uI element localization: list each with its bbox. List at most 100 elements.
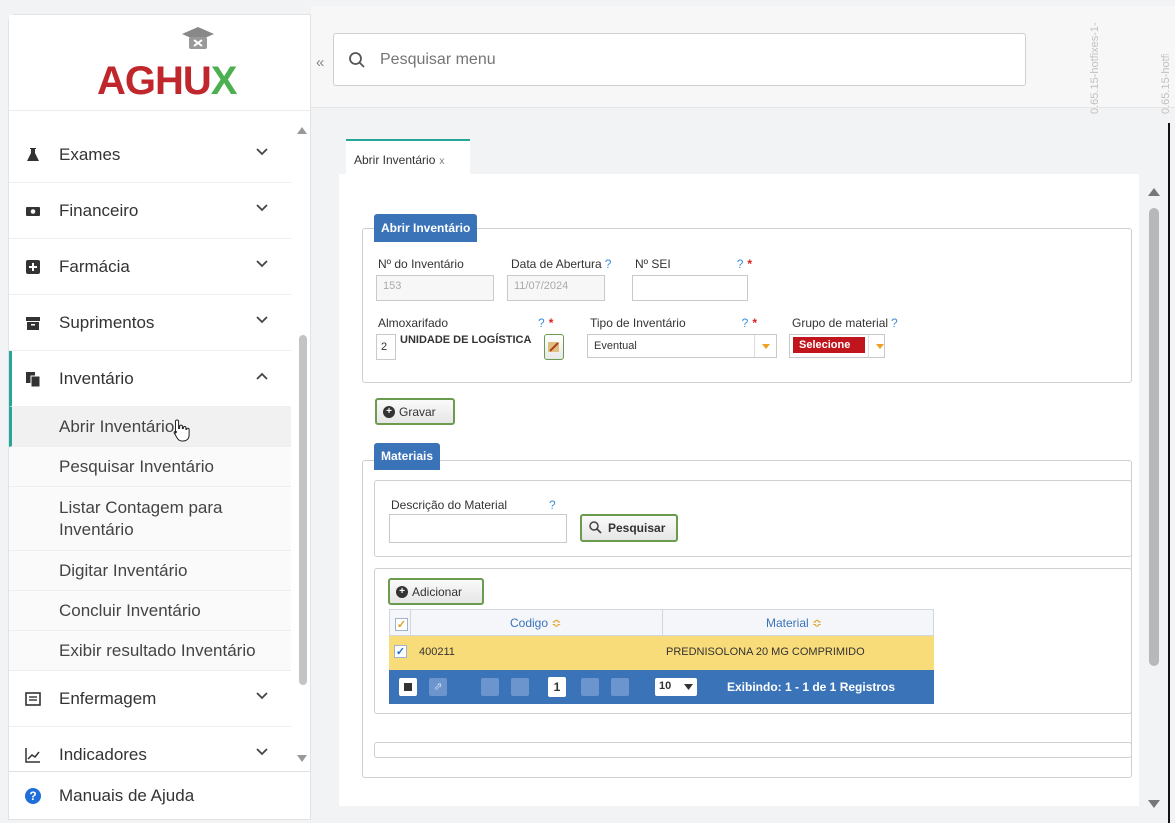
chevron-down-icon xyxy=(684,684,693,690)
help-question-icon[interactable]: ? xyxy=(538,316,545,330)
last-page-button[interactable] xyxy=(611,678,629,696)
version-label-secondary: 0.65.15-hotfixes-1- xyxy=(1160,54,1172,114)
pesquisar-label: Pesquisar xyxy=(608,521,666,535)
scrollbar-thumb[interactable] xyxy=(1149,208,1159,666)
numero-inventario-label: Nº do Inventário xyxy=(378,257,464,271)
grid-pager: ⇗ 1 10 Exibindo: 1 - 1 de 1 Registros xyxy=(389,670,934,704)
sidebar-item-label: Suprimentos xyxy=(59,312,155,332)
archive-icon xyxy=(26,316,40,330)
sidebar-scrollbar[interactable] xyxy=(297,127,307,769)
sidebar-item-label: Exames xyxy=(59,144,121,164)
sidebar-item-financeiro[interactable]: Financeiro xyxy=(9,183,291,239)
chevron-down-icon xyxy=(256,316,268,324)
help-question-icon[interactable]: ? xyxy=(737,257,744,271)
dropdown-arrow-icon[interactable] xyxy=(754,335,776,357)
hand-pointer-icon xyxy=(173,418,190,441)
sidebar-subitem-exibir-resultado[interactable]: Exibir resultado Inventário xyxy=(9,631,291,671)
column-header-material[interactable]: Material ≎ xyxy=(766,616,822,630)
plus-circle-icon: + xyxy=(383,405,395,418)
almoxarifado-lookup-button[interactable] xyxy=(544,334,564,360)
chevron-down-icon xyxy=(256,148,268,156)
edit-pencil-icon xyxy=(548,342,559,352)
select-all-checkbox[interactable]: ✓ xyxy=(395,618,408,631)
help-manuals-link[interactable]: ? Manuais de Ajuda xyxy=(9,771,310,819)
sidebar-item-inventario[interactable]: Inventário xyxy=(9,351,291,407)
scrollbar-thumb[interactable] xyxy=(299,335,307,685)
tab-close-icon[interactable]: x xyxy=(439,156,444,167)
tipo-inventario-select[interactable]: Eventual xyxy=(587,334,777,358)
gravar-button[interactable]: + Gravar xyxy=(375,398,455,425)
sidebar-subitem-concluir-inventario[interactable]: Concluir Inventário xyxy=(9,591,291,631)
page-size-select[interactable]: 10 xyxy=(655,678,697,696)
almoxarifado-label: Almoxarifado? * xyxy=(378,316,554,330)
help-question-icon[interactable]: ? xyxy=(549,498,556,512)
sort-icon: ≎ xyxy=(551,616,562,630)
plus-square-icon xyxy=(26,259,40,274)
sidebar-item-label: Inventário xyxy=(59,368,134,388)
list-icon xyxy=(25,691,41,706)
help-question-icon[interactable]: ? xyxy=(891,316,898,330)
sidebar-subitem-abrir-inventario[interactable]: Abrir Inventário xyxy=(9,407,291,447)
adicionar-label: Adicionar xyxy=(412,584,463,599)
sidebar-subitem-pesquisar-inventario[interactable]: Pesquisar Inventário xyxy=(9,447,291,487)
search-bar[interactable] xyxy=(333,33,1026,86)
sei-input[interactable] xyxy=(632,275,748,301)
flask-icon xyxy=(27,147,39,161)
scroll-up-arrow-icon[interactable] xyxy=(297,127,307,134)
sidebar-item-label: Financeiro xyxy=(59,200,139,220)
sidebar-item-enfermagem[interactable]: Enfermagem xyxy=(9,671,291,727)
tab-abrir-inventario[interactable]: Abrir Inventário x xyxy=(346,139,470,175)
sidebar-subitem-label: Listar Contagem para Inventário xyxy=(59,497,223,539)
scroll-down-arrow-icon[interactable] xyxy=(1148,800,1160,808)
version-label: 0.65.15-hotfixes-1- xyxy=(1089,22,1101,114)
help-question-icon[interactable]: ? xyxy=(742,316,749,330)
plus-circle-icon: + xyxy=(396,585,408,598)
collapse-sidebar-icon[interactable]: « xyxy=(316,54,324,71)
sidebar-item-exames[interactable]: Exames xyxy=(9,127,291,183)
export-icon[interactable] xyxy=(399,678,417,696)
adicionar-button[interactable]: + Adicionar xyxy=(388,578,484,605)
sidebar-subitem-label: Digitar Inventário xyxy=(59,560,188,580)
sidebar-subitem-listar-contagem[interactable]: Listar Contagem para Inventário xyxy=(9,487,291,551)
tipo-inventario-label: Tipo de Inventário? * xyxy=(590,316,757,330)
next-page-button[interactable] xyxy=(581,678,599,696)
sidebar-subitem-digitar-inventario[interactable]: Digitar Inventário xyxy=(9,551,291,591)
abrir-inventario-fieldset xyxy=(362,228,1132,383)
sidebar-item-suprimentos[interactable]: Suprimentos xyxy=(9,295,291,351)
materiais-legend: Materiais xyxy=(374,443,441,470)
first-page-button[interactable] xyxy=(481,678,499,696)
descricao-material-label: Descrição do Material? xyxy=(391,498,556,512)
current-page[interactable]: 1 xyxy=(548,677,566,697)
grupo-material-select[interactable]: Selecione xyxy=(789,334,885,358)
sidebar-item-label: Indicadores xyxy=(59,745,147,764)
window-edge xyxy=(1168,123,1170,823)
descricao-material-input[interactable] xyxy=(389,514,567,543)
chevron-down-icon xyxy=(256,748,268,756)
help-question-icon[interactable]: ? xyxy=(605,257,612,271)
sidebar-subitem-label: Abrir Inventário xyxy=(59,416,175,436)
prev-page-button[interactable] xyxy=(511,678,529,696)
link-icon[interactable]: ⇗ xyxy=(429,678,447,696)
table-row[interactable]: ✓ 400211 PREDNISOLONA 20 MG COMPRIMIDO xyxy=(389,636,934,670)
pesquisar-button[interactable]: Pesquisar xyxy=(580,514,678,542)
data-abertura-field: 11/07/2024 xyxy=(507,275,605,301)
almoxarifado-code-input[interactable]: 2 xyxy=(376,334,396,360)
data-abertura-label: Data de Abertura? xyxy=(511,257,612,271)
main-scrollbar[interactable] xyxy=(1145,184,1163,810)
abrir-inventario-legend: Abrir Inventário xyxy=(374,214,478,242)
scroll-down-arrow-icon[interactable] xyxy=(297,755,307,762)
dropdown-arrow-icon[interactable] xyxy=(868,335,884,357)
tipo-inventario-value: Eventual xyxy=(594,340,637,352)
search-icon xyxy=(349,51,365,68)
column-header-codigo[interactable]: Codigo ≎ xyxy=(510,616,561,630)
almoxarifado-name: UNIDADE DE LOGÍSTICA xyxy=(400,334,532,346)
pager-info: Exibindo: 1 - 1 de 1 Registros xyxy=(727,680,896,694)
scroll-up-arrow-icon[interactable] xyxy=(1148,188,1160,196)
grid-header: ✓ Codigo ≎ Material ≎ xyxy=(389,609,934,637)
sidebar-item-farmacia[interactable]: Farmácia xyxy=(9,239,291,295)
logo-area: AGHUX xyxy=(9,15,310,111)
row-checkbox[interactable]: ✓ xyxy=(394,645,407,658)
sidebar-nav: Exames Financeiro Farmácia Suprimentos I… xyxy=(9,127,291,783)
chevron-up-icon xyxy=(256,372,268,380)
search-input[interactable] xyxy=(378,49,978,70)
